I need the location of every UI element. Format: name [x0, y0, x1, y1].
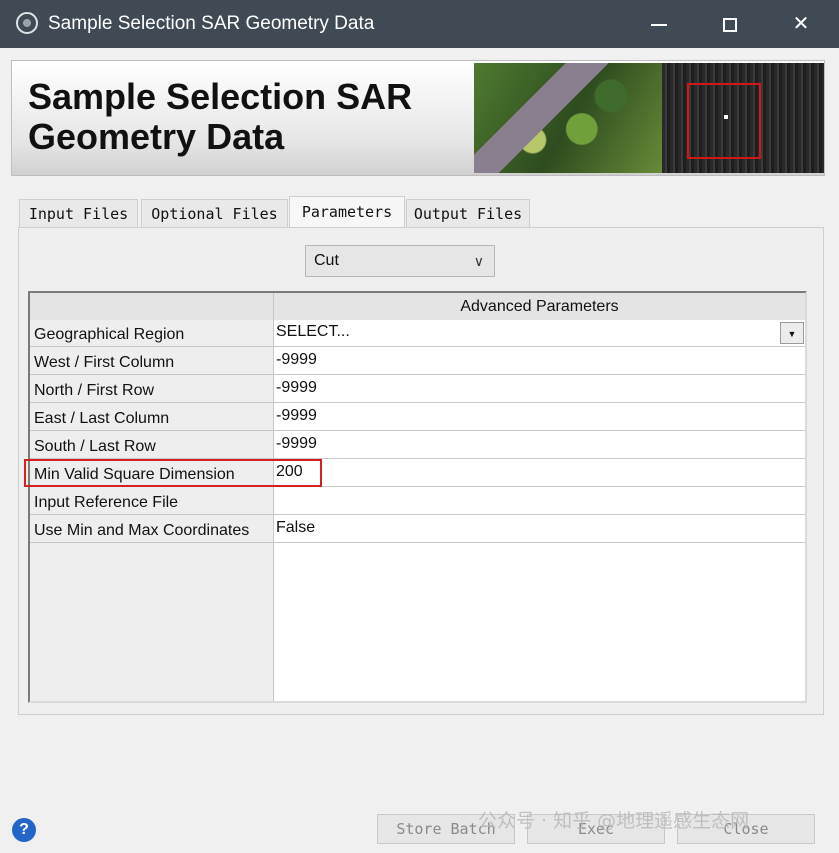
sar-image	[662, 63, 824, 173]
advanced-parameters-table: Advanced Parameters Geographical Region …	[28, 291, 807, 703]
param-name: Min Valid Square Dimension	[30, 460, 273, 487]
tab-input-files[interactable]: Input Files	[19, 199, 138, 228]
param-value: SELECT...	[276, 323, 350, 340]
param-value-field[interactable]: False	[274, 516, 805, 543]
param-name: Use Min and Max Coordinates	[30, 516, 273, 543]
param-name: South / Last Row	[30, 432, 273, 459]
table-row: Geographical Region SELECT... ▼	[30, 320, 805, 348]
minimize-icon	[651, 23, 667, 26]
app-icon	[16, 12, 38, 34]
mode-select[interactable]: Cut ∨	[305, 245, 495, 277]
title-bar: Sample Selection SAR Geometry Data ✕	[0, 0, 839, 48]
close-window-button[interactable]: ✕	[778, 0, 824, 48]
table-corner-header	[30, 293, 273, 321]
chevron-down-icon: ∨	[473, 253, 484, 269]
param-value-field[interactable]: -9999	[274, 432, 805, 459]
maximize-icon	[723, 17, 737, 32]
mode-select-value: Cut	[314, 252, 339, 269]
param-value-field[interactable]: -9999	[274, 348, 805, 375]
header-banner: Sample Selection SAR Geometry Data	[11, 60, 825, 176]
banner-title: Sample Selection SAR Geometry Data	[28, 76, 413, 157]
param-name: West / First Column	[30, 348, 273, 375]
table-row: East / Last Column -9999	[30, 404, 805, 432]
aerial-photo-image	[474, 63, 670, 173]
dropdown-arrow-icon[interactable]: ▼	[780, 322, 804, 344]
minimize-button[interactable]	[636, 0, 682, 48]
param-value-field[interactable]	[274, 488, 805, 515]
watermark-text: 公众号 · 知乎 @地理遥感生态网	[478, 810, 750, 832]
table-row: South / Last Row -9999	[30, 432, 805, 460]
help-icon[interactable]: ?	[12, 818, 36, 842]
table-row: Input Reference File	[30, 488, 805, 516]
tab-output-files[interactable]: Output Files	[406, 199, 530, 228]
param-value-field[interactable]: -9999	[274, 404, 805, 431]
param-name: Geographical Region	[30, 320, 273, 347]
table-header: Advanced Parameters	[274, 293, 805, 321]
window-title: Sample Selection SAR Geometry Data	[48, 13, 375, 34]
tab-optional-files[interactable]: Optional Files	[141, 199, 288, 228]
tab-parameters[interactable]: Parameters	[289, 196, 405, 229]
parameters-panel: Cut ∨ Advanced Parameters Geographical R…	[18, 227, 824, 715]
param-name: Input Reference File	[30, 488, 273, 515]
param-value-field[interactable]: 200	[274, 460, 805, 487]
param-name: East / Last Column	[30, 404, 273, 431]
table-row: Min Valid Square Dimension 200	[30, 460, 805, 488]
param-name: North / First Row	[30, 376, 273, 403]
sample-selection-box	[687, 83, 761, 159]
table-row: Use Min and Max Coordinates False	[30, 516, 805, 544]
maximize-button[interactable]	[707, 0, 753, 48]
table-row: North / First Row -9999	[30, 376, 805, 404]
target-point	[724, 115, 728, 119]
geographical-region-select[interactable]: SELECT... ▼	[274, 320, 805, 347]
table-row: West / First Column -9999	[30, 348, 805, 376]
param-value-field[interactable]: -9999	[274, 376, 805, 403]
